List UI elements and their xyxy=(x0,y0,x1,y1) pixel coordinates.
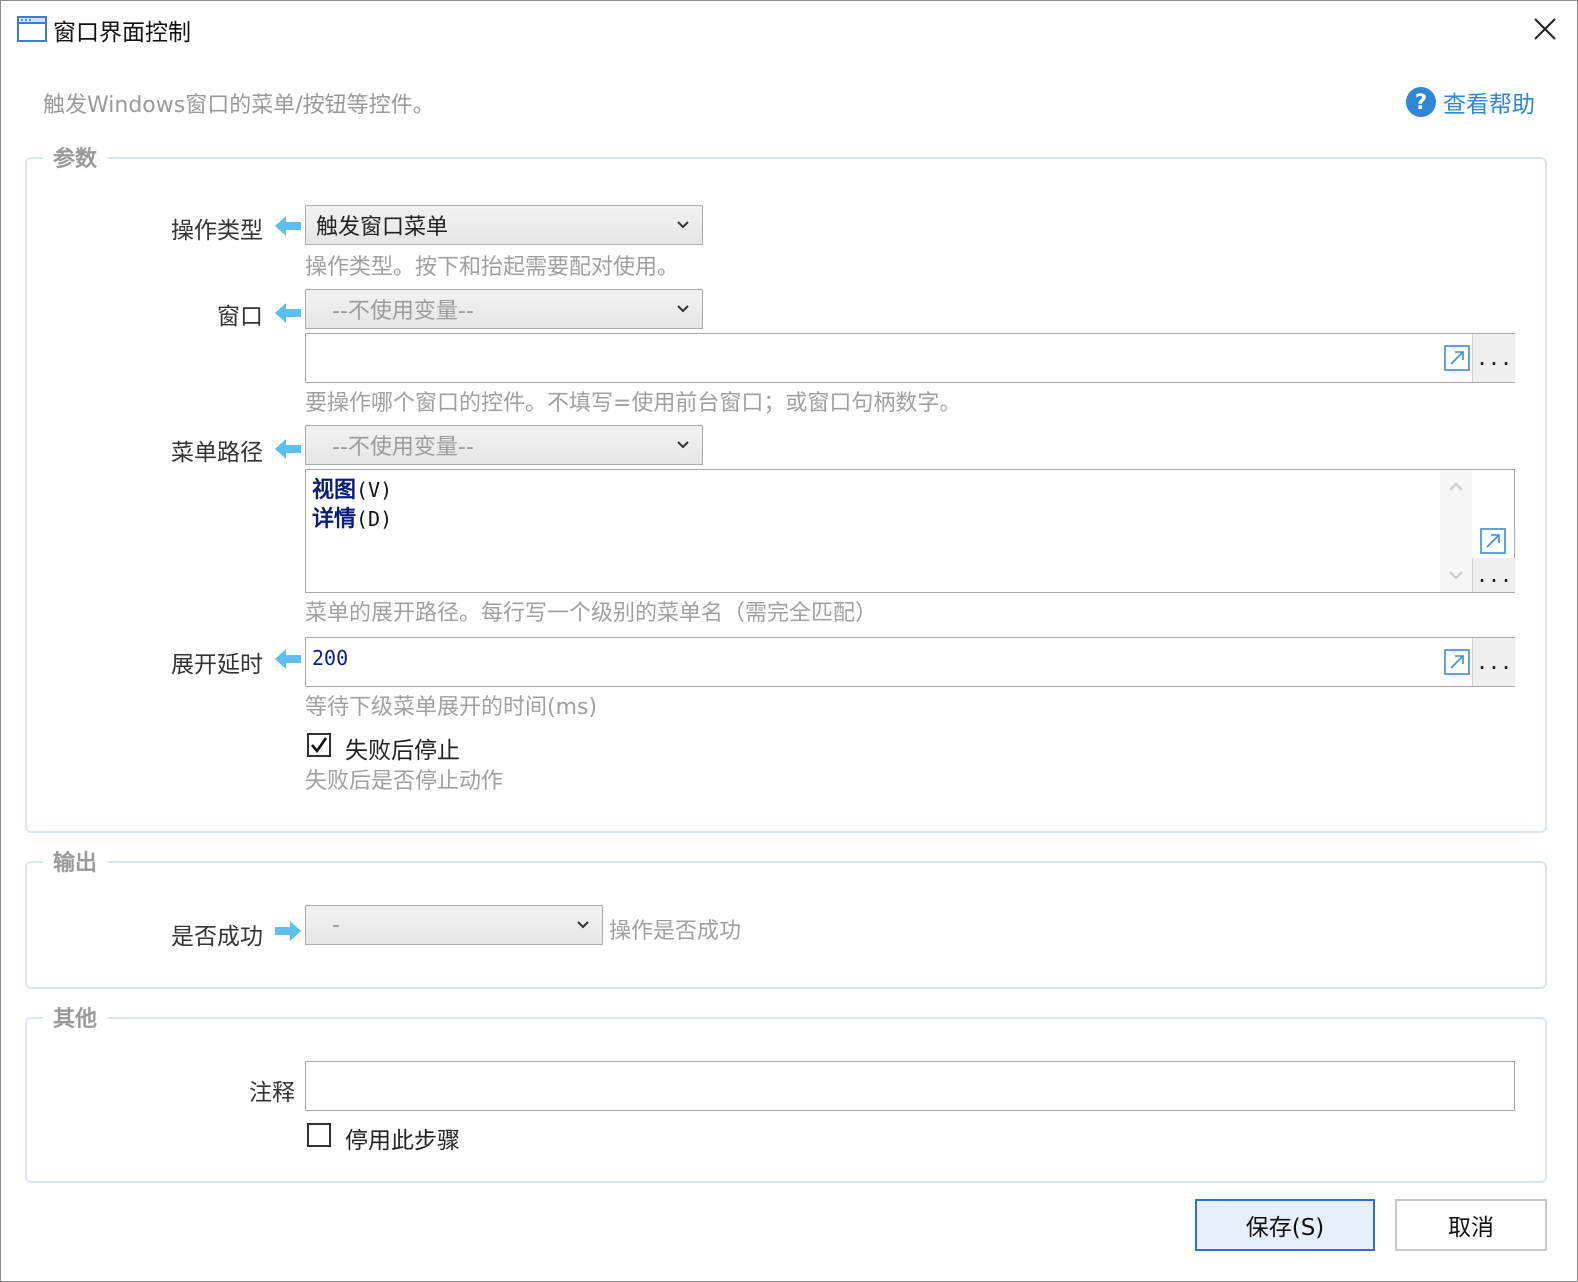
input-arrow-icon xyxy=(275,216,301,236)
success-label: 是否成功 xyxy=(171,924,263,950)
title-bar[interactable]: 窗口界面控制 xyxy=(1,1,1577,59)
expand-delay-input[interactable]: 200 ... xyxy=(305,637,1515,687)
help-label: 查看帮助 xyxy=(1443,92,1535,118)
close-icon[interactable] xyxy=(1527,11,1563,47)
operation-type-label: 操作类型 xyxy=(171,218,263,244)
window-target-label: 窗口 xyxy=(217,304,263,330)
input-arrow-icon xyxy=(275,303,301,323)
chevron-down-icon xyxy=(677,221,689,229)
menu-path-label: 菜单路径 xyxy=(171,440,263,466)
menu-path-line: 视图(V) xyxy=(312,478,393,503)
expand-editor-icon[interactable] xyxy=(1480,528,1506,554)
disable-step-checkbox[interactable] xyxy=(307,1123,331,1147)
window-target-input[interactable]: ... xyxy=(305,333,1515,383)
help-icon: ? xyxy=(1406,87,1436,117)
vertical-scrollbar[interactable] xyxy=(1440,470,1472,592)
scroll-up-icon[interactable] xyxy=(1448,480,1464,492)
menu-path-variable-select[interactable]: --不使用变量-- xyxy=(305,425,703,465)
stop-on-fail-label[interactable]: 失败后停止 xyxy=(345,731,460,765)
window-target-hint: 要操作哪个窗口的控件。不填写=使用前台窗口；或窗口句柄数字。 xyxy=(305,391,962,416)
menu-path-line: 详情(D) xyxy=(312,507,393,532)
dialog-description: 触发Windows窗口的菜单/按钮等控件。 xyxy=(43,93,435,118)
window-browse-button[interactable]: ... xyxy=(1472,334,1515,382)
svg-text:?: ? xyxy=(1415,90,1427,114)
chevron-down-icon xyxy=(677,441,689,449)
params-group-title: 参数 xyxy=(43,141,108,173)
expand-delay-hint: 等待下级菜单展开的时间(ms) xyxy=(305,695,598,720)
help-link[interactable]: ? 查看帮助 xyxy=(1405,85,1535,119)
comment-label: 注释 xyxy=(249,1080,295,1106)
expand-delay-label: 展开延时 xyxy=(171,652,263,678)
menu-path-textarea[interactable]: 视图(V) 详情(D) ... xyxy=(305,469,1515,593)
comment-input[interactable] xyxy=(305,1061,1515,1111)
menu-path-browse-button[interactable]: ... xyxy=(1472,558,1515,592)
disable-step-label[interactable]: 停用此步骤 xyxy=(345,1121,460,1155)
save-button[interactable]: 保存(S) xyxy=(1195,1199,1375,1251)
cancel-button[interactable]: 取消 xyxy=(1395,1199,1547,1251)
success-variable-select[interactable]: - xyxy=(305,905,603,945)
output-group-title: 输出 xyxy=(43,845,108,877)
dialog-window: 窗口界面控制 触发Windows窗口的菜单/按钮等控件。 ? 查看帮助 参数 操… xyxy=(0,0,1578,1282)
expand-delay-value: 200 xyxy=(312,646,349,670)
window-variable-select[interactable]: --不使用变量-- xyxy=(305,289,703,329)
scroll-down-icon[interactable] xyxy=(1448,570,1464,582)
menu-path-lines: 视图(V) 详情(D) xyxy=(312,476,392,534)
expand-editor-icon[interactable] xyxy=(1444,345,1470,371)
operation-type-hint: 操作类型。按下和抬起需要配对使用。 xyxy=(305,255,680,280)
menu-path-hint: 菜单的展开路径。每行写一个级别的菜单名（需完全匹配） xyxy=(305,601,878,626)
input-arrow-icon xyxy=(275,439,301,459)
expand-delay-browse-button[interactable]: ... xyxy=(1472,638,1515,686)
window-app-icon xyxy=(17,16,47,42)
success-hint: 操作是否成功 xyxy=(609,919,742,944)
chevron-down-icon xyxy=(677,305,689,313)
stop-on-fail-hint: 失败后是否停止动作 xyxy=(305,769,504,794)
window-title: 窗口界面控制 xyxy=(53,20,191,46)
chevron-down-icon xyxy=(577,921,589,929)
stop-on-fail-checkbox[interactable] xyxy=(307,733,331,757)
output-arrow-icon xyxy=(275,921,301,941)
checkmark-icon xyxy=(311,737,328,754)
expand-editor-icon[interactable] xyxy=(1444,649,1470,675)
input-arrow-icon xyxy=(275,649,301,669)
operation-type-select[interactable]: 触发窗口菜单 xyxy=(305,205,703,245)
other-group-title: 其他 xyxy=(43,1001,108,1033)
